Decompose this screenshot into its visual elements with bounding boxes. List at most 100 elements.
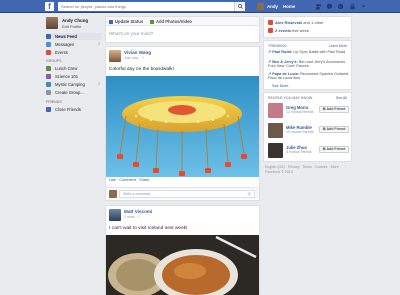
people-you-may-know-card: PEOPLE YOU MAY KNOW See All Greg Marra 1… <box>263 92 352 162</box>
trending-topic: Ben & Jerry's: <box>272 60 298 64</box>
camera-icon[interactable]: ◎ <box>248 191 252 197</box>
sidebar-item-label: Events <box>55 50 68 55</box>
settings-dropdown-icon[interactable] <box>360 3 367 10</box>
feed-post: Vivian Wang Just now · ⚐ Colorful day on… <box>105 46 260 201</box>
facebook-logo-icon[interactable]: f <box>45 2 54 11</box>
trending-arrow-icon: ↗ <box>268 50 272 54</box>
suggested-person: Greg Marra 12 mutual friends ⊞ Add Frien… <box>268 103 350 120</box>
group-icon <box>46 66 51 71</box>
trending-arrow-icon: ↗ <box>268 60 272 64</box>
sidebar-item-news-feed[interactable]: News Feed <box>46 33 102 40</box>
post-text: I can't wait to visit Iceland next week! <box>109 226 188 231</box>
comment-composer: Write a comment... ◎ <box>106 187 259 199</box>
sidebar-item-lunch-crew[interactable]: Lunch Crew <box>46 65 102 72</box>
add-friend-label: Add Friend <box>326 127 346 131</box>
footer-copyright: Facebook © 2014 <box>265 169 293 174</box>
add-friend-button[interactable]: ⊞ Add Friend <box>319 126 349 133</box>
sidebar-item-count: 2 <box>97 42 100 46</box>
profile-name[interactable]: Andy Chung <box>62 18 88 23</box>
sidebar-item-close-friends[interactable]: Close Friends <box>46 106 102 113</box>
sidebar-item-label: Close Friends <box>55 107 81 112</box>
post-text: Colorful day on the boardwalk! <box>109 67 174 72</box>
trending-text: Lip Sync Battle with Paul Rudd <box>293 50 346 54</box>
friend-requests-icon[interactable] <box>315 3 322 10</box>
mutual-friends[interactable]: 19 mutual friends <box>286 130 314 134</box>
add-friend-label: Add Friend <box>326 147 346 151</box>
post-timestamp[interactable]: Just now · ⚐ <box>124 56 145 60</box>
notification-name: Alex Ristevski <box>275 20 303 25</box>
sidebar-item-mystic-camping[interactable]: Mystic Camping 2 <box>46 81 102 88</box>
search-button[interactable] <box>234 2 245 11</box>
post-author[interactable]: Vivian Wang <box>124 50 151 55</box>
post-timestamp[interactable]: 2 mins · ⚐ <box>124 215 141 219</box>
trending-arrow-icon: ↗ <box>268 72 272 76</box>
sidebar-item-label: Science 101 <box>55 74 79 79</box>
post-author[interactable]: Matt Viscomi <box>124 209 152 214</box>
carousel-photo <box>106 76 259 177</box>
sidebar-item-create-group[interactable]: Create Group... <box>46 89 102 96</box>
camera-icon <box>150 19 154 24</box>
sidebar-item-messages[interactable]: Messages 2 <box>46 41 102 48</box>
sidebar-item-science-101[interactable]: Science 101 <box>46 73 102 80</box>
feed-post: Matt Viscomi 2 mins · ⚐ I can't wait to … <box>105 205 260 295</box>
bowl-photo <box>106 235 259 295</box>
notification-row[interactable]: Alex Ristevski and 1 other <box>268 20 324 25</box>
post-photo[interactable] <box>106 76 259 177</box>
sidebar-item-label: Lunch Crew <box>55 66 78 71</box>
search-input[interactable] <box>58 2 242 11</box>
comment-input[interactable]: Write a comment... ◎ <box>119 190 255 198</box>
mutual-friends[interactable]: 5 mutual friends <box>286 150 312 154</box>
tab-label: Update Status <box>115 19 144 24</box>
user-avatar[interactable] <box>257 3 264 10</box>
person-avatar[interactable] <box>268 103 283 118</box>
trending-item[interactable]: ↗Paul Rudd: Lip Sync Battle with Paul Ru… <box>268 50 350 54</box>
suggested-person: Mike Rumble 19 mutual friends ⊞ Add Frie… <box>268 123 350 140</box>
trending-item[interactable]: ↗Ben & Jerry's: Ben and Jerry's Announce… <box>268 60 350 69</box>
learn-more-link[interactable]: Learn More <box>329 44 347 48</box>
add-friend-button[interactable]: ⊞ Add Friend <box>319 106 349 113</box>
home-link[interactable]: Home <box>283 4 295 9</box>
footer-links[interactable]: English (US) · Privacy · Terms · Cookies… <box>265 165 353 174</box>
add-friend-button[interactable]: ⊞ Add Friend <box>319 146 349 153</box>
footer-line[interactable]: English (US) · Privacy · Terms · Cookies… <box>265 165 353 170</box>
notification-row[interactable]: 2 events this week <box>268 28 309 33</box>
author-avatar[interactable] <box>109 50 121 62</box>
sidebar-item-label: News Feed <box>55 34 77 39</box>
status-composer: Update Status Add Photos/Video What's on… <box>105 16 260 43</box>
friends-list-icon <box>46 107 51 112</box>
tab-add-photos[interactable]: Add Photos/Video <box>150 19 192 24</box>
person-avatar[interactable] <box>268 143 283 158</box>
create-group-icon <box>46 90 51 95</box>
mutual-friends[interactable]: 12 mutual friends <box>286 110 314 114</box>
edit-profile-link[interactable]: Edit Profile <box>62 24 81 29</box>
messages-icon[interactable] <box>326 3 333 10</box>
comment-placeholder: Write a comment... <box>123 192 154 196</box>
events-icon <box>46 50 51 55</box>
sidebar-item-label: Create Group... <box>55 90 84 95</box>
sidebar-item-events[interactable]: Events <box>46 49 102 56</box>
tab-update-status[interactable]: Update Status <box>109 19 143 24</box>
notifications-globe-icon[interactable] <box>337 3 344 10</box>
add-friend-label: Add Friend <box>326 107 346 111</box>
profile-picture[interactable] <box>46 17 58 29</box>
top-bar: f Andy Home <box>0 0 400 13</box>
privacy-lock-icon[interactable] <box>349 3 356 10</box>
profile-link[interactable]: Andy <box>267 4 278 9</box>
notifications-card: Alex Ristevski and 1 other 2 events this… <box>263 16 352 38</box>
author-avatar[interactable] <box>109 209 121 221</box>
status-input[interactable]: What's on your mind? <box>109 31 153 36</box>
suggested-person: Julie Zhuo 5 mutual friends ⊞ Add Friend <box>268 143 350 160</box>
person-avatar[interactable] <box>268 123 283 138</box>
trending-item[interactable]: ↗Papa de Lucia: Renowned Spanish Guitari… <box>268 72 350 81</box>
see-all-link[interactable]: See All <box>336 96 347 100</box>
profile-summary[interactable]: Andy Chung Edit Profile <box>46 17 101 31</box>
post-photo[interactable] <box>106 235 259 295</box>
calendar-icon <box>268 28 273 33</box>
composer-tabs: Update Status Add Photos/Video <box>106 17 259 26</box>
see-more-link[interactable]: See More <box>272 84 288 88</box>
sidebar-item-label: Messages <box>55 42 75 47</box>
notification-text: this week <box>292 28 309 33</box>
trending-header: TRENDING <box>268 44 287 48</box>
messages-icon <box>46 42 51 47</box>
post-actions[interactable]: Like · Comment · Share <box>109 178 149 182</box>
